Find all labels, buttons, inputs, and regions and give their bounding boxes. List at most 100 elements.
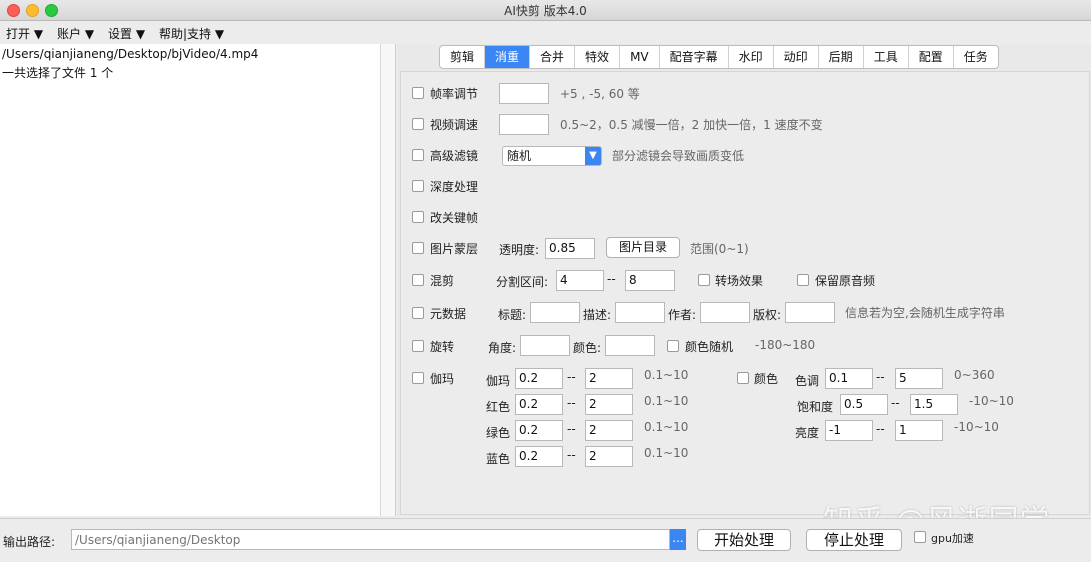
tab-merge[interactable]: 合并 — [530, 46, 576, 68]
opacity-range-hint: 范围(0~1) — [690, 242, 749, 256]
brightness-range-hint: -10~10 — [954, 420, 999, 434]
tab-effects[interactable]: 特效 — [575, 46, 621, 68]
tab-watermark[interactable]: 水印 — [729, 46, 774, 68]
image-mask-checkbox[interactable] — [412, 242, 424, 254]
metadata-checkbox[interactable] — [412, 307, 424, 319]
metadata-label: 元数据 — [430, 307, 467, 321]
saturation-to-input[interactable]: 1.5 — [910, 394, 958, 415]
angle-input[interactable] — [520, 335, 570, 356]
stop-button[interactable]: 停止处理 — [806, 529, 902, 551]
brightness-to-input[interactable]: 1 — [895, 420, 943, 441]
gamma-to-input[interactable]: 2 — [585, 368, 633, 389]
image-dir-button[interactable]: 图片目录 — [606, 237, 680, 258]
brightness-separator: -- — [876, 422, 885, 436]
green-separator: -- — [567, 422, 576, 436]
tab-edit[interactable]: 剪辑 — [440, 46, 486, 68]
left-pane-scrollbar[interactable] — [380, 44, 396, 516]
bottom-bar: 输出路径: ... 开始处理 停止处理 gpu加速 — [0, 518, 1091, 562]
start-button[interactable]: 开始处理 — [697, 529, 791, 551]
saturation-row-label: 饱和度 — [797, 400, 834, 414]
title-bar: AI快剪 版本4.0 — [0, 0, 1091, 21]
color-random-checkbox[interactable] — [667, 340, 679, 352]
blue-range-hint: 0.1~10 — [644, 446, 689, 460]
green-to-input[interactable]: 2 — [585, 420, 633, 441]
hue-to-input[interactable]: 5 — [895, 368, 943, 389]
frame-rate-checkbox[interactable] — [412, 87, 424, 99]
keyframe-label: 改关键帧 — [430, 211, 479, 225]
angle-label: 角度: — [488, 341, 517, 355]
green-from-input[interactable]: 0.2 — [515, 420, 563, 441]
gamma-checkbox[interactable] — [412, 372, 424, 384]
transition-checkbox[interactable] — [698, 274, 710, 286]
split-range-to-input[interactable]: 8 — [625, 270, 675, 291]
rotate-color-input[interactable] — [605, 335, 655, 356]
browse-button[interactable]: ... — [670, 529, 686, 550]
color-random-label: 颜色随机 — [685, 340, 734, 354]
menu-settings[interactable]: 设置 ▼ — [108, 25, 145, 42]
color-checkbox[interactable] — [737, 372, 749, 384]
red-row-label: 红色 — [486, 400, 511, 414]
filter-selected-value: 随机 — [507, 149, 532, 163]
gpu-accel-checkbox[interactable] — [914, 531, 926, 543]
saturation-separator: -- — [891, 396, 900, 410]
filter-select[interactable]: 随机 ▼ — [502, 146, 602, 166]
green-row-label: 绿色 — [486, 426, 511, 440]
output-path-label: 输出路径: — [3, 535, 56, 549]
tab-tools[interactable]: 工具 — [864, 46, 909, 68]
filter-checkbox[interactable] — [412, 149, 424, 161]
menu-bar: 打开 ▼ 账户 ▼ 设置 ▼ 帮助|支持 ▼ — [0, 21, 1091, 43]
menu-help-support[interactable]: 帮助|支持 ▼ — [159, 25, 224, 42]
filter-label: 高级滤镜 — [430, 149, 479, 163]
keyframe-checkbox[interactable] — [412, 211, 424, 223]
meta-desc-input[interactable] — [615, 302, 665, 323]
tab-dub-subtitle[interactable]: 配音字幕 — [660, 46, 729, 68]
menu-open[interactable]: 打开 ▼ — [6, 25, 43, 42]
tab-post[interactable]: 后期 — [819, 46, 864, 68]
split-range-from-input[interactable]: 4 — [556, 270, 604, 291]
rotate-color-label: 颜色: — [573, 341, 602, 355]
opacity-label: 透明度: — [499, 243, 540, 257]
window-title: AI快剪 版本4.0 — [504, 4, 587, 18]
menu-account[interactable]: 账户 ▼ — [57, 25, 94, 42]
video-speed-hint: 0.5~2，0.5 减慢一倍，2 加快一倍，1 速度不变 — [560, 118, 823, 132]
gamma-separator: -- — [567, 370, 576, 384]
hue-from-input[interactable]: 0.1 — [825, 368, 873, 389]
frame-rate-label: 帧率调节 — [430, 87, 479, 101]
meta-title-label: 标题: — [498, 308, 527, 322]
frame-rate-hint: +5 , -5, 60 等 — [560, 87, 640, 101]
mix-checkbox[interactable] — [412, 274, 424, 286]
output-path-input[interactable] — [71, 529, 670, 550]
blue-from-input[interactable]: 0.2 — [515, 446, 563, 467]
red-from-input[interactable]: 0.2 — [515, 394, 563, 415]
tab-tasks[interactable]: 任务 — [954, 46, 998, 68]
split-range-separator: -- — [607, 272, 616, 286]
opacity-input[interactable]: 0.85 — [545, 238, 595, 259]
deep-processing-checkbox[interactable] — [412, 180, 424, 192]
frame-rate-input[interactable] — [499, 83, 549, 104]
saturation-from-input[interactable]: 0.5 — [840, 394, 888, 415]
hue-separator: -- — [876, 370, 885, 384]
tab-dedup[interactable]: 消重 — [485, 46, 531, 68]
video-speed-checkbox[interactable] — [412, 118, 424, 130]
meta-copyright-input[interactable] — [785, 302, 835, 323]
brightness-from-input[interactable]: -1 — [825, 420, 873, 441]
angle-range-hint: -180~180 — [755, 338, 816, 352]
red-to-input[interactable]: 2 — [585, 394, 633, 415]
gamma-from-input[interactable]: 0.2 — [515, 368, 563, 389]
rotate-checkbox[interactable] — [412, 340, 424, 352]
meta-author-input[interactable] — [700, 302, 750, 323]
tab-animated-mark[interactable]: 动印 — [774, 46, 819, 68]
tab-config[interactable]: 配置 — [909, 46, 954, 68]
file-list-pane[interactable]: /Users/qianjianeng/Desktop/bjVideo/4.mp4… — [0, 44, 380, 516]
video-speed-input[interactable] — [499, 114, 549, 135]
green-range-hint: 0.1~10 — [644, 420, 689, 434]
meta-title-input[interactable] — [530, 302, 580, 323]
chevron-down-icon[interactable]: ▼ — [585, 147, 601, 165]
keep-audio-checkbox[interactable] — [797, 274, 809, 286]
saturation-range-hint: -10~10 — [969, 394, 1014, 408]
blue-to-input[interactable]: 2 — [585, 446, 633, 467]
file-path[interactable]: /Users/qianjianeng/Desktop/bjVideo/4.mp4 — [2, 47, 258, 61]
tab-mv[interactable]: MV — [620, 46, 660, 68]
split-range-label: 分割区间: — [496, 275, 549, 289]
video-speed-label: 视频调速 — [430, 118, 479, 132]
